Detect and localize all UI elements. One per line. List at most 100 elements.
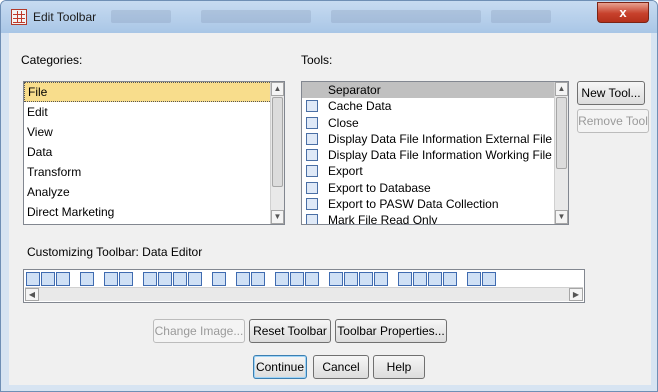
tool-item[interactable]: Display Data File Information Working Fi…	[302, 147, 568, 163]
scroll-down-icon[interactable]: ▼	[555, 210, 568, 224]
toolbar-separator	[389, 272, 397, 286]
categories-scrollbar[interactable]: ▲ ▼	[270, 82, 284, 224]
tool-icon	[306, 132, 318, 145]
edit-toolbar-dialog: Edit Toolbar x Categories: File Edit View D…	[0, 0, 658, 392]
toolbar-button-icon[interactable]	[374, 272, 388, 286]
tool-item-label: Close	[328, 115, 359, 130]
toolbar-button-icon[interactable]	[428, 272, 442, 286]
toolbar-button-icon[interactable]	[443, 272, 457, 286]
toolbar-separator	[227, 272, 235, 286]
continue-button[interactable]: Continue	[253, 355, 307, 379]
tool-item[interactable]: Export	[302, 163, 568, 179]
tools-listbox[interactable]: Separator Cache Data Close Display Data Fil…	[301, 81, 569, 225]
category-item[interactable]: Edit	[24, 102, 284, 122]
category-item[interactable]: Data	[24, 142, 284, 162]
tool-icon	[306, 100, 318, 113]
new-tool-button[interactable]: New Tool...	[577, 81, 645, 105]
tools-scrollbar[interactable]: ▲ ▼	[554, 82, 568, 224]
toolbar-button-icon[interactable]	[158, 272, 172, 286]
toolbar-button-icon[interactable]	[275, 272, 289, 286]
toolbar-button-icon[interactable]	[26, 272, 40, 286]
toolbar-button-icon[interactable]	[104, 272, 118, 286]
toolbar-button-icon[interactable]	[359, 272, 373, 286]
toolbar-button-icon[interactable]	[188, 272, 202, 286]
toolbar-button-icon[interactable]	[467, 272, 481, 286]
tools-label: Tools:	[301, 53, 333, 67]
background-window-ghost	[201, 10, 311, 23]
scroll-thumb[interactable]	[556, 97, 567, 169]
toolbar-button-icon[interactable]	[173, 272, 187, 286]
toolbar-preview-scrollbar[interactable]: ◀ ▶	[25, 287, 583, 301]
categories-list: File Edit View Data Transform Analyze Direct M…	[24, 82, 284, 222]
toolbar-button-icon[interactable]	[329, 272, 343, 286]
tool-icon	[306, 116, 318, 129]
close-icon: x	[619, 5, 627, 20]
cancel-button[interactable]: Cancel	[313, 355, 369, 379]
toolbar-button-icon[interactable]	[290, 272, 304, 286]
toolbar-separator	[266, 272, 274, 286]
toolbar-button-icon[interactable]	[482, 272, 496, 286]
categories-label: Categories:	[21, 53, 83, 67]
toolbar-button-icon[interactable]	[80, 272, 94, 286]
toolbar-button-icon[interactable]	[344, 272, 358, 286]
tool-item[interactable]: Close	[302, 115, 568, 131]
toolbar-button-icon[interactable]	[305, 272, 319, 286]
toolbar-button-icon[interactable]	[143, 272, 157, 286]
background-window-ghost	[491, 10, 551, 23]
scroll-right-icon[interactable]: ▶	[569, 288, 583, 301]
category-item[interactable]: Transform	[24, 162, 284, 182]
tool-icon	[306, 214, 318, 224]
toolbar-button-icon[interactable]	[236, 272, 250, 286]
toolbar-icons	[26, 272, 496, 288]
toolbar-button-icon[interactable]	[56, 272, 70, 286]
tool-icon	[306, 165, 318, 178]
tools-list: Separator Cache Data Close Display Data Fil…	[302, 82, 568, 224]
tool-icon	[306, 198, 318, 211]
toolbar-preview[interactable]: ◀ ▶	[23, 269, 585, 303]
toolbar-separator	[134, 272, 142, 286]
background-window-ghost	[111, 10, 171, 23]
toolbar-separator	[71, 272, 79, 286]
categories-listbox[interactable]: File Edit View Data Transform Analyze Direct M…	[23, 81, 285, 225]
category-item[interactable]: Direct Marketing	[24, 202, 284, 222]
tool-item[interactable]: Export to PASW Data Collection	[302, 196, 568, 212]
toolbar-button-icon[interactable]	[251, 272, 265, 286]
close-button[interactable]: x	[597, 2, 649, 23]
table-icon	[11, 9, 27, 25]
scroll-up-icon[interactable]: ▲	[271, 82, 284, 96]
toolbar-properties-button[interactable]: Toolbar Properties...	[335, 319, 447, 343]
category-item[interactable]: File	[24, 82, 284, 102]
category-item[interactable]: Analyze	[24, 182, 284, 202]
toolbar-separator	[95, 272, 103, 286]
scroll-down-icon[interactable]: ▼	[271, 210, 284, 224]
tool-icon	[306, 181, 318, 194]
scroll-thumb[interactable]	[272, 97, 283, 187]
change-image-button[interactable]: Change Image...	[153, 319, 245, 343]
reset-toolbar-button[interactable]: Reset Toolbar	[249, 319, 331, 343]
window-title: Edit Toolbar	[33, 10, 97, 24]
toolbar-button-icon[interactable]	[41, 272, 55, 286]
tool-item[interactable]: Separator	[302, 82, 568, 99]
toolbar-button-icon[interactable]	[398, 272, 412, 286]
tool-item-label: Cache Data	[328, 99, 392, 114]
tool-item[interactable]: Mark File Read Only	[302, 212, 568, 224]
scroll-left-icon[interactable]: ◀	[25, 288, 39, 301]
category-item[interactable]: View	[24, 122, 284, 142]
tool-item[interactable]: Cache Data	[302, 98, 568, 114]
remove-tool-button[interactable]: Remove Tool	[577, 109, 649, 133]
toolbar-button-icon[interactable]	[119, 272, 133, 286]
tool-icon	[306, 149, 318, 162]
toolbar-button-icon[interactable]	[413, 272, 427, 286]
tool-item-label: Export to PASW Data Collection	[328, 197, 499, 212]
tool-item-label: Display Data File Information External F…	[328, 131, 553, 146]
help-button[interactable]: Help	[373, 355, 425, 379]
tool-item-label: Display Data File Information Working Fi…	[328, 148, 552, 163]
tool-item[interactable]: Display Data File Information External F…	[302, 131, 568, 147]
toolbar-separator	[320, 272, 328, 286]
title-bar[interactable]: Edit Toolbar x	[1, 1, 657, 33]
scroll-up-icon[interactable]: ▲	[555, 82, 568, 96]
toolbar-button-icon[interactable]	[212, 272, 226, 286]
tool-item[interactable]: Export to Database	[302, 180, 568, 196]
background-window-ghost	[331, 10, 481, 23]
customizing-toolbar-label: Customizing Toolbar: Data Editor	[27, 245, 203, 259]
